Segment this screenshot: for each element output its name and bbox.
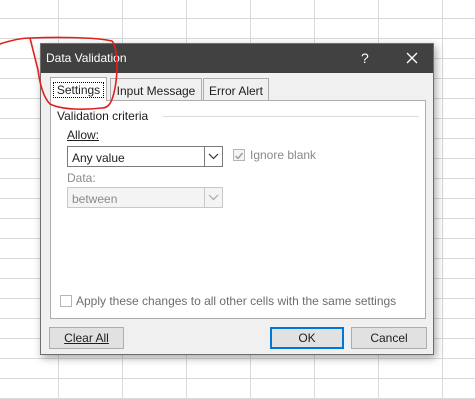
chevron-down-icon	[208, 194, 219, 201]
close-icon	[406, 52, 418, 64]
clear-all-button[interactable]: Clear All	[49, 327, 124, 349]
tab-settings[interactable]: Settings	[50, 77, 107, 101]
clear-all-label: Clear All	[64, 331, 109, 345]
close-button[interactable]	[401, 47, 423, 69]
ignore-blank-label: Ignore blank	[250, 148, 317, 162]
data-select-value: between	[72, 192, 118, 206]
cancel-button[interactable]: Cancel	[351, 327, 427, 349]
dialog-titlebar[interactable]: Data Validation ?	[41, 44, 433, 73]
settings-panel: Validation criteria Allow: Any value Ign…	[50, 100, 426, 319]
ok-label: OK	[298, 331, 316, 345]
data-validation-dialog: Data Validation ? Settings Input Message…	[40, 43, 434, 355]
data-dropdown-button[interactable]	[204, 188, 222, 207]
allow-label-text: Allow:	[67, 128, 100, 142]
tab-error-alert-label: Error Alert	[208, 84, 263, 98]
section-divider	[163, 116, 419, 117]
data-select[interactable]: between	[67, 187, 223, 208]
section-title: Validation criteria	[57, 109, 149, 123]
dialog-title: Data Validation	[46, 51, 127, 65]
data-label: Data:	[67, 171, 96, 185]
ignore-blank-checkbox[interactable]	[233, 149, 245, 161]
ok-button[interactable]: OK	[270, 327, 344, 349]
cancel-label: Cancel	[370, 331, 408, 345]
checkmark-icon	[235, 152, 244, 160]
tab-error-alert[interactable]: Error Alert	[203, 78, 269, 100]
allow-label: Allow:	[67, 128, 99, 142]
allow-select-value: Any value	[72, 151, 125, 165]
chevron-down-icon	[208, 153, 219, 160]
apply-all-label: Apply these changes to all other cells w…	[76, 294, 397, 308]
help-button[interactable]: ?	[361, 50, 369, 66]
tab-input-message-label: Input Message	[116, 84, 196, 98]
allow-select[interactable]: Any value	[67, 146, 223, 167]
tab-input-message[interactable]: Input Message	[110, 78, 202, 100]
allow-dropdown-button[interactable]	[204, 147, 222, 166]
apply-all-checkbox[interactable]	[60, 295, 72, 307]
tab-settings-label: Settings	[52, 82, 105, 98]
